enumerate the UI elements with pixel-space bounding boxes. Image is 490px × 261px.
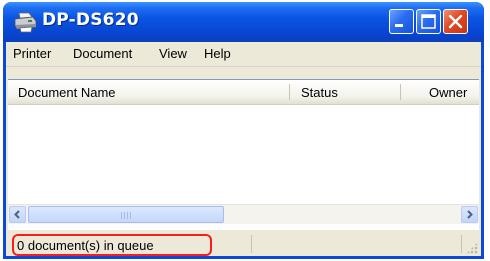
maximize-icon bbox=[421, 14, 436, 29]
status-divider bbox=[461, 235, 462, 253]
queue-status-highlight: 0 document(s) in queue bbox=[12, 234, 212, 256]
menu-printer[interactable]: Printer bbox=[11, 46, 53, 61]
status-bar: 0 document(s) in queue bbox=[6, 232, 481, 256]
minimize-icon bbox=[395, 24, 403, 27]
column-status[interactable]: Status bbox=[301, 85, 338, 100]
column-document-name[interactable]: Document Name bbox=[18, 85, 116, 100]
maximize-button[interactable] bbox=[416, 9, 441, 34]
list-header: Document Name Status Owner bbox=[8, 80, 479, 105]
grip-icon bbox=[121, 212, 133, 219]
print-queue-window: DP-DS620 Printer Document View Help Docu… bbox=[3, 2, 484, 259]
status-divider bbox=[251, 235, 252, 253]
menu-document[interactable]: Document bbox=[71, 46, 134, 61]
chevron-right-icon bbox=[467, 210, 473, 219]
minimize-button[interactable] bbox=[389, 9, 414, 34]
printer-icon bbox=[13, 11, 37, 33]
close-button[interactable] bbox=[443, 9, 468, 34]
queue-status-text: 0 document(s) in queue bbox=[17, 238, 154, 253]
client-area: Printer Document View Help Document Name… bbox=[6, 42, 481, 256]
scroll-right-button[interactable] bbox=[461, 206, 478, 223]
resize-grip-icon[interactable] bbox=[466, 242, 478, 254]
column-divider[interactable] bbox=[289, 84, 290, 100]
close-icon bbox=[448, 14, 463, 29]
scroll-thumb[interactable] bbox=[28, 206, 224, 223]
title-bar[interactable]: DP-DS620 bbox=[3, 2, 484, 42]
menu-view[interactable]: View bbox=[157, 46, 189, 61]
horizontal-scrollbar[interactable] bbox=[8, 204, 479, 224]
window-title: DP-DS620 bbox=[42, 10, 139, 30]
scroll-left-button[interactable] bbox=[9, 206, 26, 223]
chevron-left-icon bbox=[14, 210, 20, 219]
column-owner[interactable]: Owner bbox=[429, 85, 467, 100]
menu-bar: Printer Document View Help bbox=[6, 42, 481, 67]
column-divider[interactable] bbox=[400, 84, 401, 100]
menu-help[interactable]: Help bbox=[202, 46, 233, 61]
